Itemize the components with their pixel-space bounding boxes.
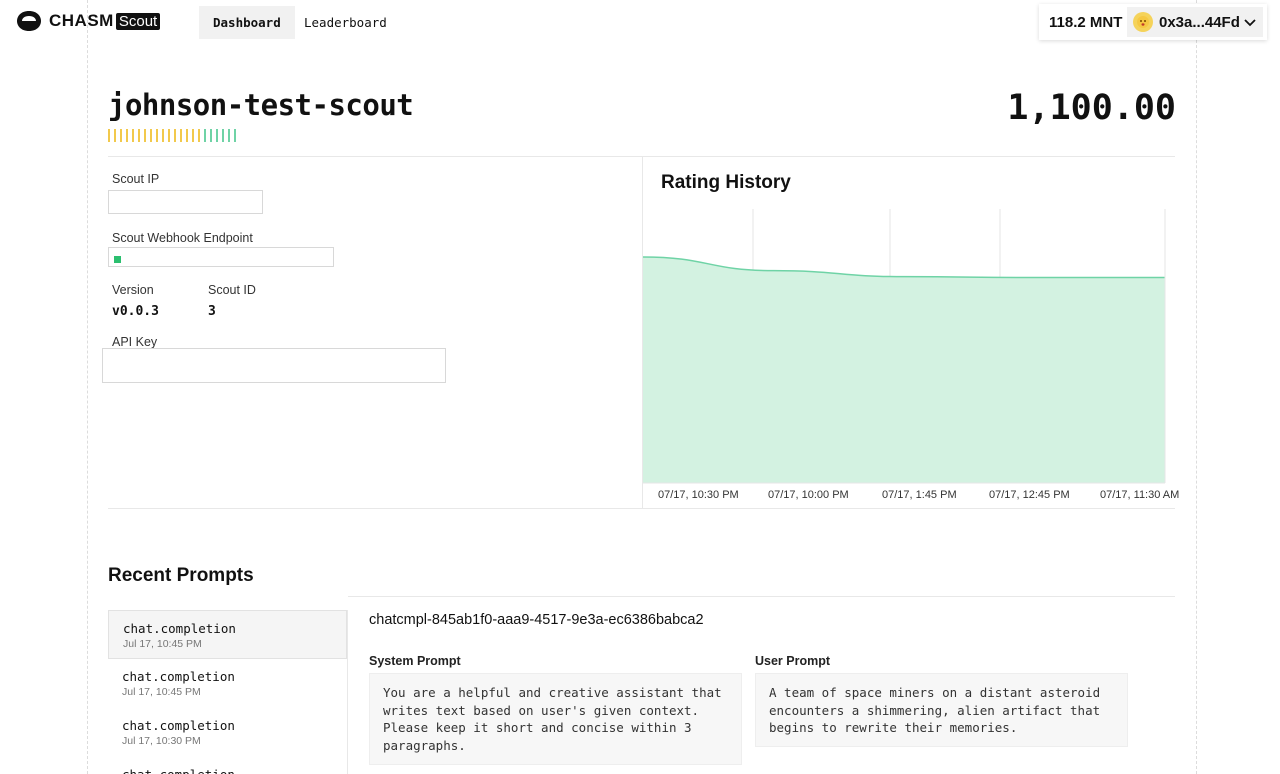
prompt-type: chat.completion [122,718,235,733]
activity-bar [114,129,116,142]
prompt-list: chat.completion Jul 17, 10:45 PM chat.co… [108,610,348,774]
rating-history-panel: Rating History 07/17, 10:30 PM 07/17, 10:… [642,157,1179,509]
chasm-logo-icon [17,11,41,31]
scout-ip-label: Scout IP [112,172,160,186]
prompt-time: Jul 17, 10:45 PM [122,686,201,698]
api-key-label: API Key [112,335,158,349]
activity-bar [222,129,224,142]
scout-ip-field[interactable] [108,190,263,214]
brand-name: CHASM [49,11,114,30]
scout-id-label: Scout ID [208,283,256,297]
tab-leaderboard[interactable]: Leaderboard [290,6,401,39]
activity-bar [180,129,182,142]
activity-bar [120,129,122,142]
divider [108,508,1175,509]
version-value: v0.0.3 [112,304,159,319]
activity-bar [186,129,188,142]
brand-logo[interactable]: CHASM Scout [16,10,161,32]
webhook-field[interactable] [108,247,334,267]
x-tick-label: 07/17, 10:00 PM [768,489,849,501]
activity-bar [132,129,134,142]
rating-area [643,256,1165,483]
activity-bar [216,129,218,142]
chevron-down-icon [1244,15,1256,30]
avatar [1133,12,1153,32]
scout-id-value: 3 [208,304,216,319]
recent-prompts-title: Recent Prompts [108,565,254,586]
activity-bar [198,129,200,142]
system-prompt-label: System Prompt [369,654,461,668]
version-label: Version [112,283,154,297]
activity-bar [192,129,194,142]
activity-bar [156,129,158,142]
webhook-status-indicator [114,256,121,263]
activity-bar [168,129,170,142]
prompt-list-item[interactable]: chat.completion Jul 17, 10:45 PM [108,610,347,659]
tab-dashboard[interactable]: Dashboard [199,6,295,39]
x-tick-label: 07/17, 11:30 AM [1100,489,1180,501]
emoji-face-icon [1137,16,1149,28]
activity-bar [210,129,212,142]
activity-bar [228,129,230,142]
activity-bar [234,129,236,142]
prompt-time: Jul 17, 10:45 PM [123,638,202,650]
brand-badge: Scout [115,12,161,30]
activity-bar [150,129,152,142]
prompt-list-item[interactable]: chat.completion Jul 17, 10:45 PM [108,659,347,708]
x-tick-label: 07/17, 10:30 PM [658,489,739,501]
prompt-list-item[interactable]: chat.completion [108,757,347,774]
wallet-widget: 118.2 MNT 0x3a...44Fd [1039,4,1267,40]
x-tick-label: 07/17, 12:45 PM [989,489,1070,501]
user-prompt-label: User Prompt [755,654,831,668]
divider [348,596,1175,597]
account-menu-button[interactable]: 0x3a...44Fd [1127,7,1263,37]
activity-bars [108,129,236,142]
scout-rating: 1,100.00 [1007,88,1176,128]
scout-name: johnson-test-scout [108,88,414,122]
prompt-type: chat.completion [122,767,333,774]
system-prompt-box: You are a helpful and creative assistant… [369,673,742,765]
activity-bar [204,129,206,142]
prompt-type: chat.completion [123,621,236,636]
chart-title: Rating History [661,172,791,193]
activity-bar [144,129,146,142]
page-frame-left [87,0,88,774]
activity-bar [126,129,128,142]
divider [108,156,642,157]
prompt-list-item[interactable]: chat.completion Jul 17, 10:30 PM [108,708,347,757]
activity-bar [108,129,110,142]
activity-bar [174,129,176,142]
user-prompt-box: A team of space miners on a distant aste… [755,673,1128,747]
activity-bar [138,129,140,142]
webhook-label: Scout Webhook Endpoint [112,231,253,245]
prompt-id: chatcmpl-845ab1f0-aaa9-4517-9e3a-ec6386b… [369,612,704,628]
x-tick-label: 07/17, 1:45 PM [882,489,957,501]
wallet-balance: 118.2 MNT [1049,13,1123,31]
page-frame-right [1196,0,1197,774]
activity-bar [162,129,164,142]
wallet-address: 0x3a...44Fd [1159,13,1240,31]
rating-history-chart [643,209,1166,484]
top-nav: CHASM Scout Dashboard Leaderboard 118.2 … [0,0,1280,44]
api-key-field[interactable] [102,348,446,383]
prompt-type: chat.completion [122,669,235,684]
prompt-time: Jul 17, 10:30 PM [122,735,201,747]
